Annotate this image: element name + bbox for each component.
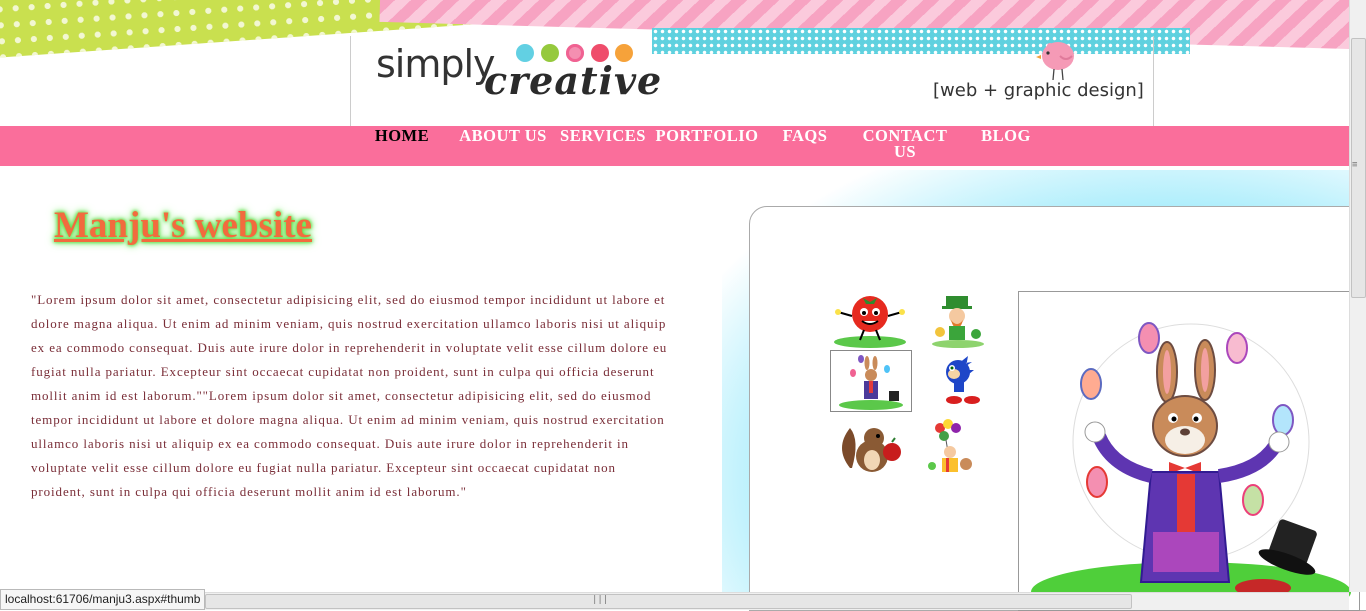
logo-word-creative: creative	[484, 58, 663, 103]
nav-blog[interactable]: BLOG	[979, 127, 1033, 144]
status-bar-url: localhost:61706/manju3.aspx#thumb	[0, 589, 206, 610]
body-paragraph: "Lorem ipsum dolor sit amet, consectetur…	[31, 292, 668, 499]
logo-dot-red	[591, 44, 609, 62]
nav-home[interactable]: HOME	[374, 127, 430, 144]
logo-dot-rose	[566, 44, 584, 62]
logo-word-simply: simply	[376, 42, 496, 86]
thumbnail-sonic[interactable]	[918, 350, 998, 410]
scroll-grip-icon: ≡	[1352, 160, 1358, 170]
horizontal-scroll-thumb[interactable]	[205, 594, 1132, 609]
nav-services[interactable]: SERVICES	[558, 127, 648, 144]
bird-icon	[1036, 42, 1074, 81]
logo-dot-green	[541, 44, 559, 62]
scroll-grip-icon: |||	[592, 595, 609, 605]
logo-tagline: [web + graphic design]	[933, 80, 1144, 101]
thumbnail-leprechaun[interactable]	[918, 290, 998, 350]
logo-dot-orange	[615, 44, 633, 62]
page-title: Manju's website	[54, 205, 312, 246]
thumbnail-juggling-bunny[interactable]	[830, 350, 912, 412]
thumbnail-tomato[interactable]	[830, 290, 910, 350]
large-image-juggling-bunny	[1018, 291, 1360, 611]
logo-dot-blue	[516, 44, 534, 62]
nav-portfolio[interactable]: PORTFOLIO	[655, 127, 759, 144]
thumbnail-clown-balloons[interactable]	[918, 418, 998, 478]
nav-faqs[interactable]: FAQS	[779, 127, 831, 144]
nav-contact-us[interactable]: CONTACT US	[858, 127, 952, 160]
nav-about-us[interactable]: ABOUT US	[458, 127, 548, 144]
thumbnail-chipmunk[interactable]	[830, 418, 910, 478]
